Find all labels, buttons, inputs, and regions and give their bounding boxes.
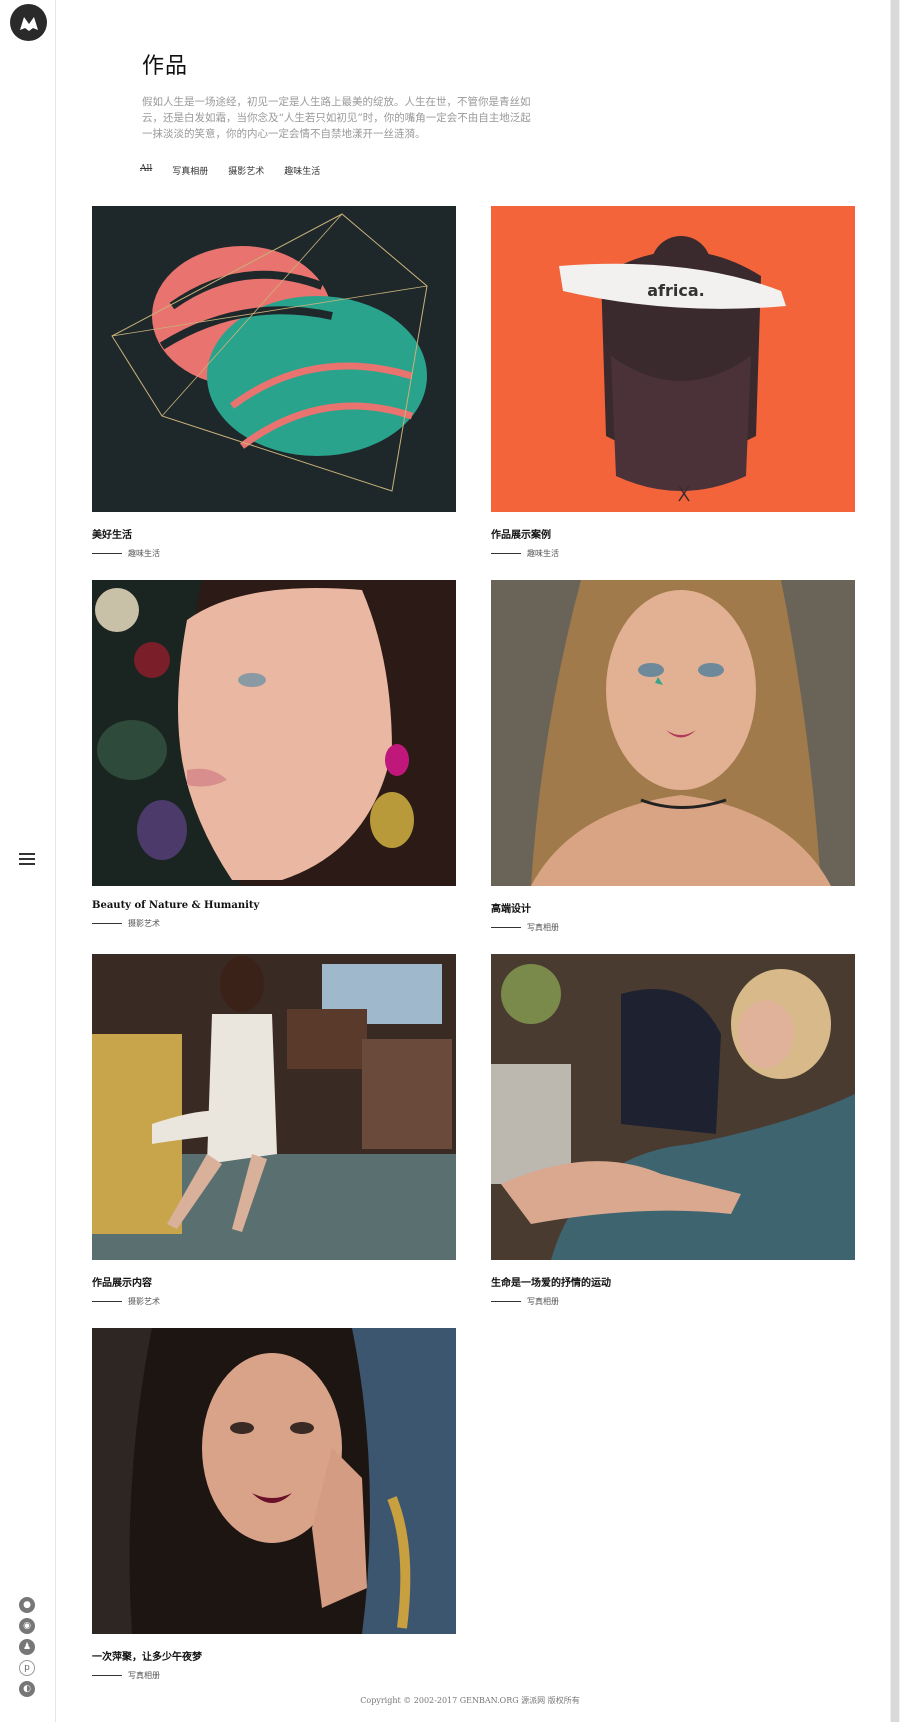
portfolio-card[interactable]: Beauty of Nature & Humanity 摄影艺术 bbox=[92, 580, 456, 929]
card-category[interactable]: 趣味生活 bbox=[527, 548, 559, 559]
card-category[interactable]: 趣味生活 bbox=[128, 548, 160, 559]
card-category[interactable]: 写真相册 bbox=[527, 1296, 559, 1307]
card-category[interactable]: 写真相册 bbox=[128, 1670, 160, 1681]
weibo-icon[interactable]: ◉ bbox=[19, 1618, 35, 1634]
qq-icon[interactable]: ♟ bbox=[19, 1639, 35, 1655]
card-meta: 写真相册 bbox=[92, 1670, 456, 1681]
card-image[interactable] bbox=[92, 1328, 456, 1634]
card-image[interactable]: africa. bbox=[491, 206, 855, 512]
portfolio-card[interactable]: 高端设计 写真相册 bbox=[491, 580, 855, 933]
card-image[interactable] bbox=[491, 954, 855, 1260]
card-image[interactable] bbox=[92, 954, 456, 1260]
card-category[interactable]: 写真相册 bbox=[527, 922, 559, 933]
africa-label: africa. bbox=[647, 281, 705, 300]
scrollbar[interactable] bbox=[890, 0, 900, 1722]
filter-bar: All 写真相册 摄影艺术 趣味生活 bbox=[140, 164, 320, 177]
page-header: 作品 假如人生是一场途经，初见一定是人生路上最美的绽放。人生在世，不管你是青丝如… bbox=[142, 48, 532, 142]
menu-icon[interactable] bbox=[19, 853, 35, 867]
card-title[interactable]: 高端设计 bbox=[491, 900, 855, 915]
portfolio-card[interactable]: 作品展示内容 摄影艺术 bbox=[92, 954, 456, 1307]
intro-text: 假如人生是一场途经，初见一定是人生路上最美的绽放。人生在世，不管你是青丝如云，还… bbox=[142, 96, 531, 140]
sidebar: ● ◉ ♟ p ◐ bbox=[0, 0, 56, 1722]
card-title[interactable]: 生命是一场爱的抒情的运动 bbox=[491, 1274, 855, 1289]
logo-icon bbox=[19, 16, 38, 31]
card-meta: 写真相册 bbox=[491, 922, 855, 933]
card-category[interactable]: 摄影艺术 bbox=[128, 1296, 160, 1307]
card-meta: 摄影艺术 bbox=[92, 1296, 456, 1307]
card-title[interactable]: 美好生活 bbox=[92, 526, 456, 541]
card-title[interactable]: 一次萍聚，让多少午夜梦 bbox=[92, 1648, 456, 1663]
logo[interactable] bbox=[10, 4, 47, 41]
card-title[interactable]: 作品展示内容 bbox=[92, 1274, 456, 1289]
card-meta: 趣味生活 bbox=[491, 548, 855, 559]
pinterest-icon[interactable]: p bbox=[19, 1660, 35, 1676]
portfolio-card[interactable]: 一次萍聚，让多少午夜梦 写真相册 bbox=[92, 1328, 456, 1681]
filter-photo-album[interactable]: 写真相册 bbox=[172, 164, 208, 177]
card-image[interactable] bbox=[92, 206, 456, 512]
portfolio-card[interactable]: 美好生活 趣味生活 bbox=[92, 206, 456, 559]
wechat-icon[interactable]: ● bbox=[19, 1597, 35, 1613]
card-image[interactable] bbox=[92, 580, 456, 886]
portfolio-card[interactable]: africa. 作品展示案例 趣味生活 bbox=[491, 206, 855, 559]
filter-fun-life[interactable]: 趣味生活 bbox=[284, 164, 320, 177]
card-category[interactable]: 摄影艺术 bbox=[128, 918, 160, 929]
card-meta: 写真相册 bbox=[491, 1296, 855, 1307]
portfolio-card[interactable]: 生命是一场爱的抒情的运动 写真相册 bbox=[491, 954, 855, 1307]
footer-copyright: Copyright © 2002-2017 GENBAN.ORG 源派网 版权所… bbox=[360, 1696, 580, 1705]
filter-photography-art[interactable]: 摄影艺术 bbox=[228, 164, 264, 177]
card-image[interactable] bbox=[491, 580, 855, 886]
card-title[interactable]: 作品展示案例 bbox=[491, 526, 855, 541]
filter-all[interactable]: All bbox=[140, 164, 152, 177]
card-title[interactable]: Beauty of Nature & Humanity bbox=[92, 900, 456, 911]
card-meta: 趣味生活 bbox=[92, 548, 456, 559]
card-meta: 摄影艺术 bbox=[92, 918, 456, 929]
page-title: 作品 bbox=[142, 54, 189, 79]
